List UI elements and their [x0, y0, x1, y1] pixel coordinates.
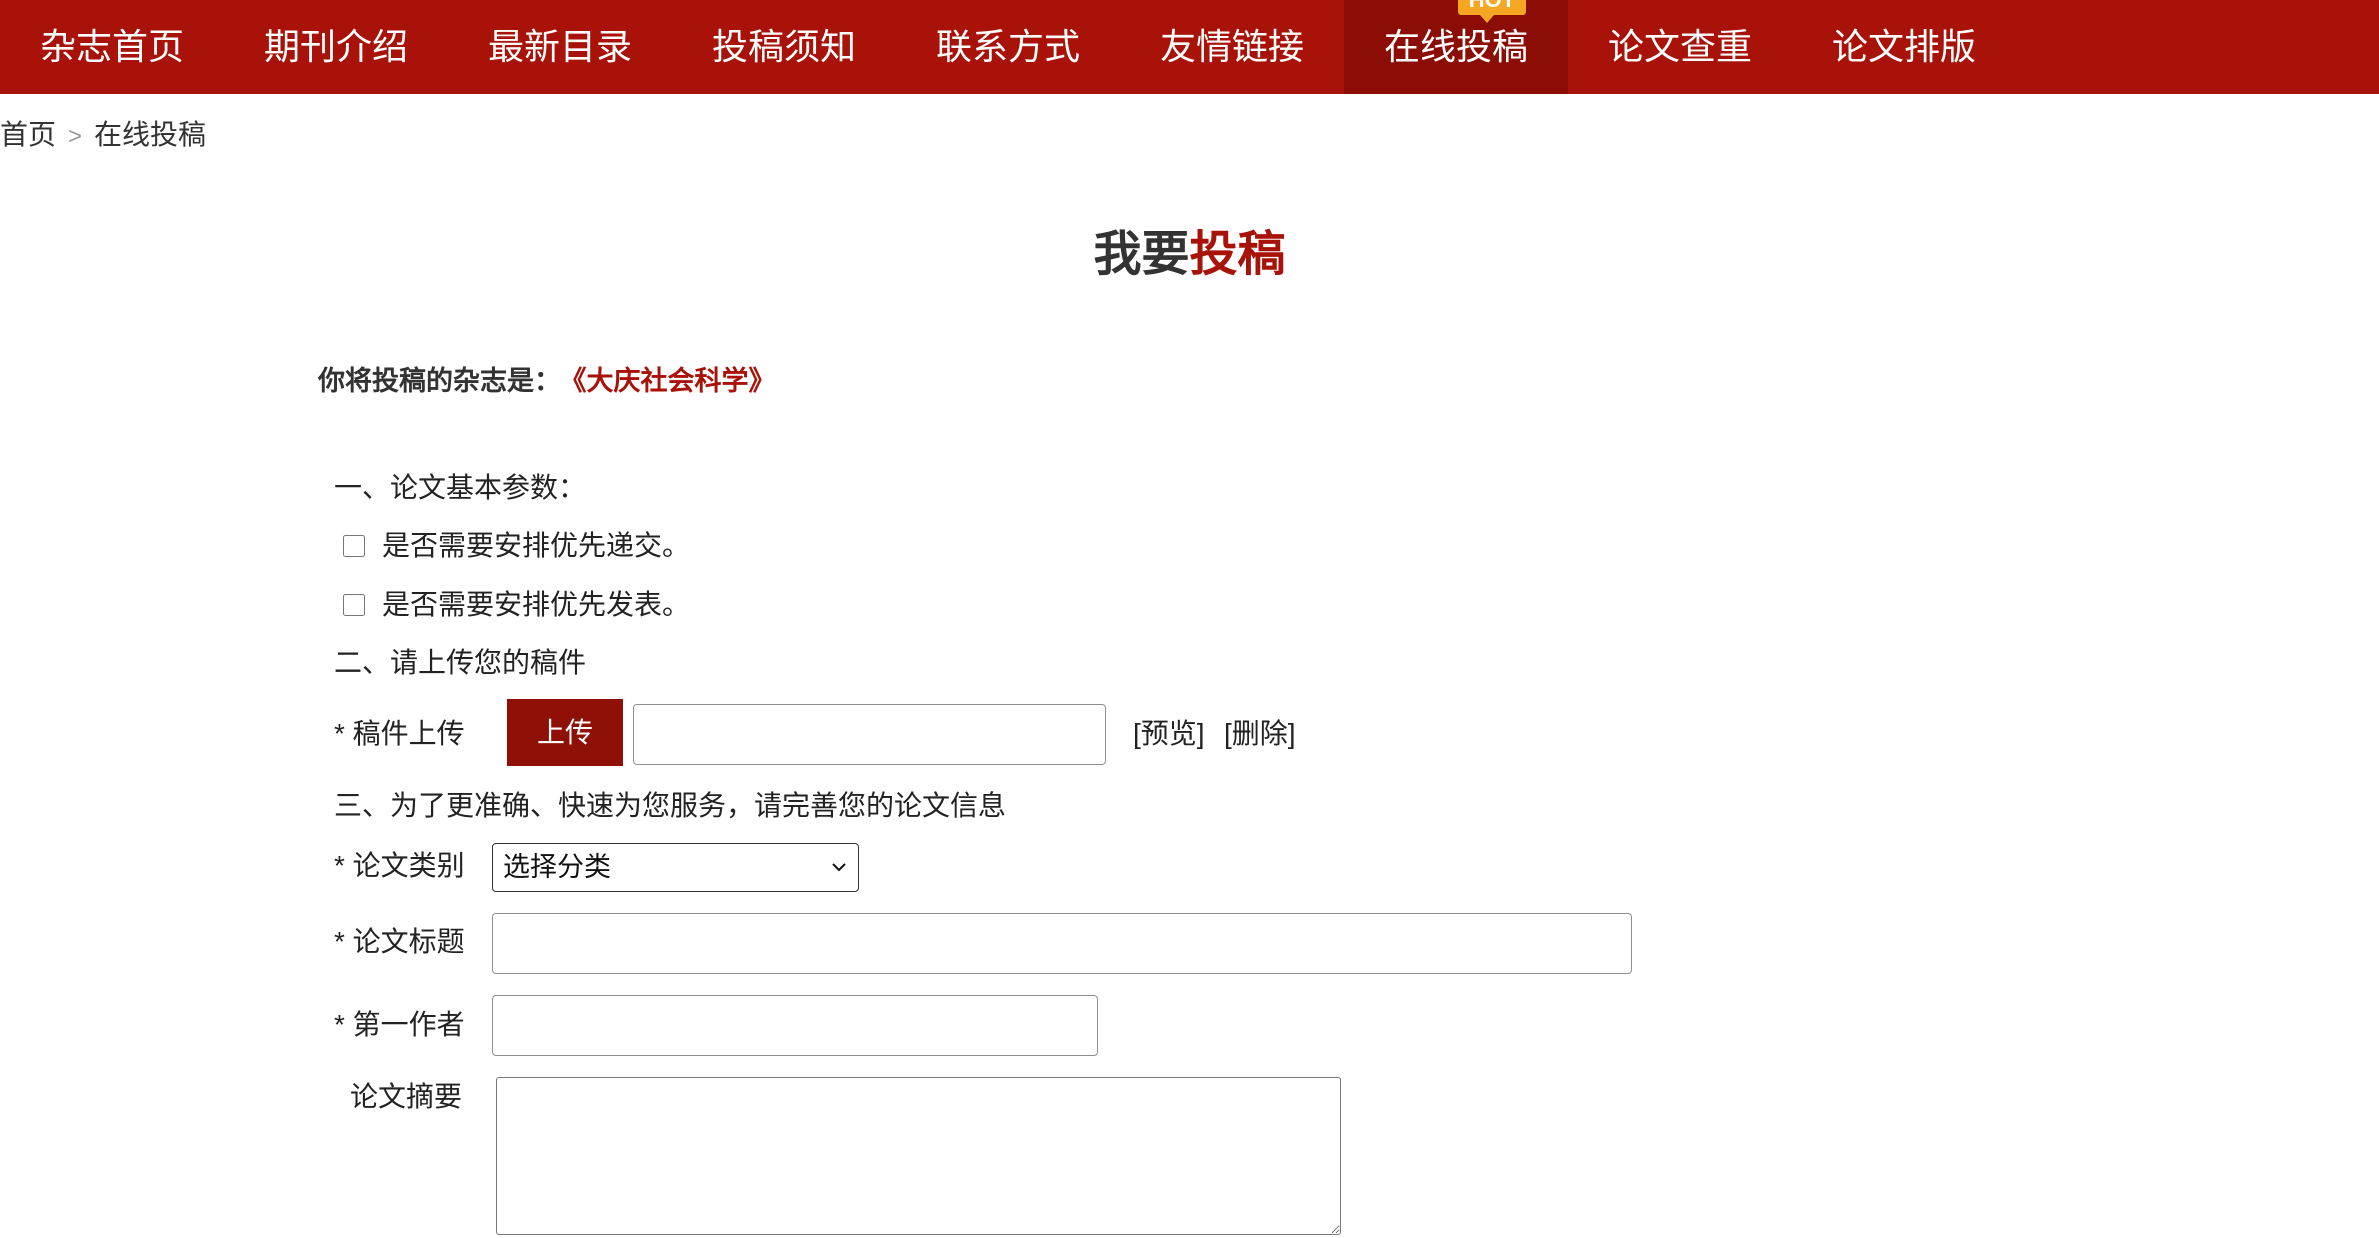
page-title-part1: 我要 — [1093, 228, 1190, 281]
section1-heading: 一、论文基本参数： — [334, 472, 587, 503]
first-author-label: * 第一作者 — [334, 1009, 465, 1040]
category-label: * 论文类别 — [334, 850, 465, 881]
nav-item-latest-issue[interactable]: 最新目录 — [448, 0, 672, 94]
category-select[interactable]: 选择分类 — [492, 843, 859, 892]
journal-prefix: 你将投稿的杂志是： — [318, 366, 561, 396]
nav-item-online-submission[interactable]: 在线投稿 HOT — [1344, 0, 1568, 94]
top-nav: 杂志首页 期刊介绍 最新目录 投稿须知 联系方式 友情链接 在线投稿 HOT 论… — [0, 0, 2379, 94]
nav-item-label: 在线投稿 — [1383, 26, 1528, 67]
category-selected-value: 选择分类 — [503, 852, 611, 882]
paper-title-label: * 论文标题 — [334, 926, 465, 957]
nav-item-plagiarism-check[interactable]: 论文查重 — [1568, 0, 1792, 94]
chevron-down-icon — [832, 863, 846, 872]
breadcrumb: 首页 > 在线投稿 — [0, 115, 206, 155]
nav-item-contact[interactable]: 联系方式 — [896, 0, 1120, 94]
first-author-input[interactable] — [492, 995, 1098, 1056]
priority-submit-checkbox[interactable] — [343, 535, 365, 557]
nav-item-home[interactable]: 杂志首页 — [0, 0, 224, 94]
priority-publish-checkbox[interactable] — [343, 594, 365, 616]
section2-heading: 二、请上传您的稿件 — [334, 647, 587, 678]
file-path-input[interactable] — [633, 704, 1106, 765]
priority-publish-label[interactable]: 是否需要安排优先发表。 — [382, 585, 690, 625]
preview-link[interactable]: [预览] — [1133, 714, 1205, 754]
paper-title-input[interactable] — [492, 913, 1632, 974]
section3-heading: 三、为了更准确、快速为您服务，请完善您的论文信息 — [334, 790, 1007, 821]
upload-label: * 稿件上传 — [334, 718, 465, 749]
nav-item-journal-intro[interactable]: 期刊介绍 — [224, 0, 448, 94]
nav-item-typesetting[interactable]: 论文排版 — [1792, 0, 2016, 94]
breadcrumb-separator: > — [68, 123, 83, 150]
hot-badge: HOT — [1458, 0, 1526, 15]
abstract-label: 论文摘要 — [350, 1081, 463, 1112]
nav-item-friend-links[interactable]: 友情链接 — [1120, 0, 1344, 94]
upload-button[interactable]: 上传 — [507, 699, 623, 766]
priority-submit-label[interactable]: 是否需要安排优先递交。 — [382, 526, 690, 566]
breadcrumb-current: 在线投稿 — [94, 119, 207, 150]
breadcrumb-home-link[interactable]: 首页 — [0, 119, 56, 150]
hot-badge-pointer — [1480, 15, 1494, 23]
journal-name: 《大庆社会科学》 — [573, 366, 776, 396]
delete-link[interactable]: [删除] — [1224, 714, 1296, 754]
page-title-part2: 投稿 — [1189, 228, 1286, 281]
nav-item-submission-guide[interactable]: 投稿须知 — [672, 0, 896, 94]
abstract-textarea[interactable] — [496, 1077, 1341, 1235]
journal-info: 你将投稿的杂志是： 《大庆社会科学》 — [318, 361, 776, 401]
page-title: 我要投稿 — [0, 223, 2379, 287]
